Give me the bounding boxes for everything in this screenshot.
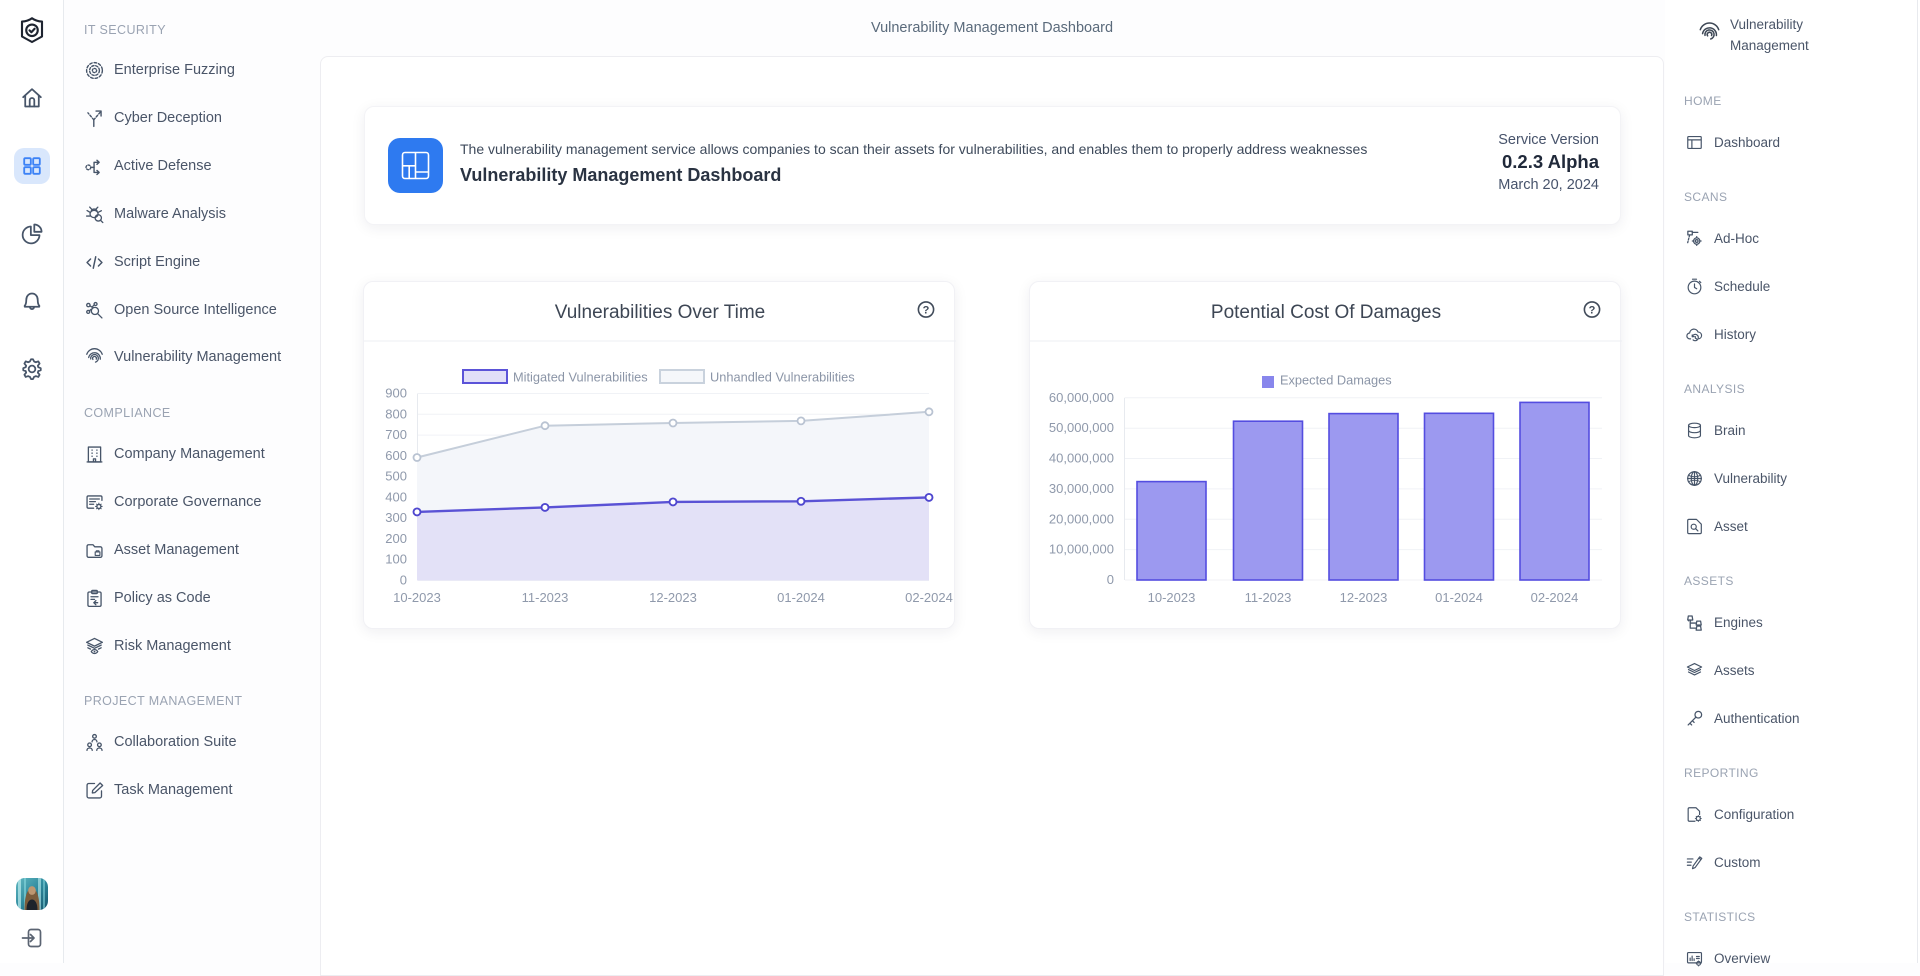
- svg-text:200: 200: [385, 531, 407, 546]
- svg-text:?: ?: [923, 305, 930, 317]
- svg-text:Potential Cost Of Damages: Potential Cost Of Damages: [1211, 302, 1441, 323]
- svg-text:800: 800: [385, 406, 407, 421]
- svg-text:0: 0: [1107, 572, 1114, 587]
- svg-text:Expected Damages: Expected Damages: [1280, 373, 1392, 388]
- svg-text:Unhandled Vulnerabilities: Unhandled Vulnerabilities: [710, 370, 855, 385]
- svg-text:100: 100: [385, 552, 407, 567]
- svg-text:12-2023: 12-2023: [649, 590, 697, 605]
- svg-text:40,000,000: 40,000,000: [1049, 451, 1114, 466]
- svg-text:10,000,000: 10,000,000: [1049, 542, 1114, 557]
- svg-text:10-2023: 10-2023: [1148, 590, 1196, 605]
- svg-text:12-2023: 12-2023: [1340, 590, 1388, 605]
- svg-text:11-2023: 11-2023: [1245, 590, 1292, 605]
- svg-text:500: 500: [385, 469, 407, 484]
- svg-text:02-2024: 02-2024: [1531, 590, 1579, 605]
- svg-text:Vulnerabilities Over Time: Vulnerabilities Over Time: [555, 302, 765, 323]
- svg-text:10-2023: 10-2023: [393, 590, 441, 605]
- svg-text:11-2023: 11-2023: [522, 590, 569, 605]
- svg-text:01-2024: 01-2024: [1435, 590, 1483, 605]
- svg-text:02-2024: 02-2024: [905, 590, 953, 605]
- svg-text:700: 700: [385, 427, 407, 442]
- svg-text:400: 400: [385, 489, 407, 504]
- svg-text:?: ?: [1589, 305, 1596, 317]
- svg-text:900: 900: [385, 386, 407, 401]
- svg-text:01-2024: 01-2024: [777, 590, 825, 605]
- svg-text:20,000,000: 20,000,000: [1049, 511, 1114, 526]
- svg-text:50,000,000: 50,000,000: [1049, 420, 1114, 435]
- svg-text:0: 0: [400, 573, 407, 588]
- svg-text:60,000,000: 60,000,000: [1049, 390, 1114, 405]
- svg-text:600: 600: [385, 448, 407, 463]
- svg-text:300: 300: [385, 510, 407, 525]
- svg-text:30,000,000: 30,000,000: [1049, 481, 1114, 496]
- svg-text:Mitigated Vulnerabilities: Mitigated Vulnerabilities: [513, 370, 648, 385]
